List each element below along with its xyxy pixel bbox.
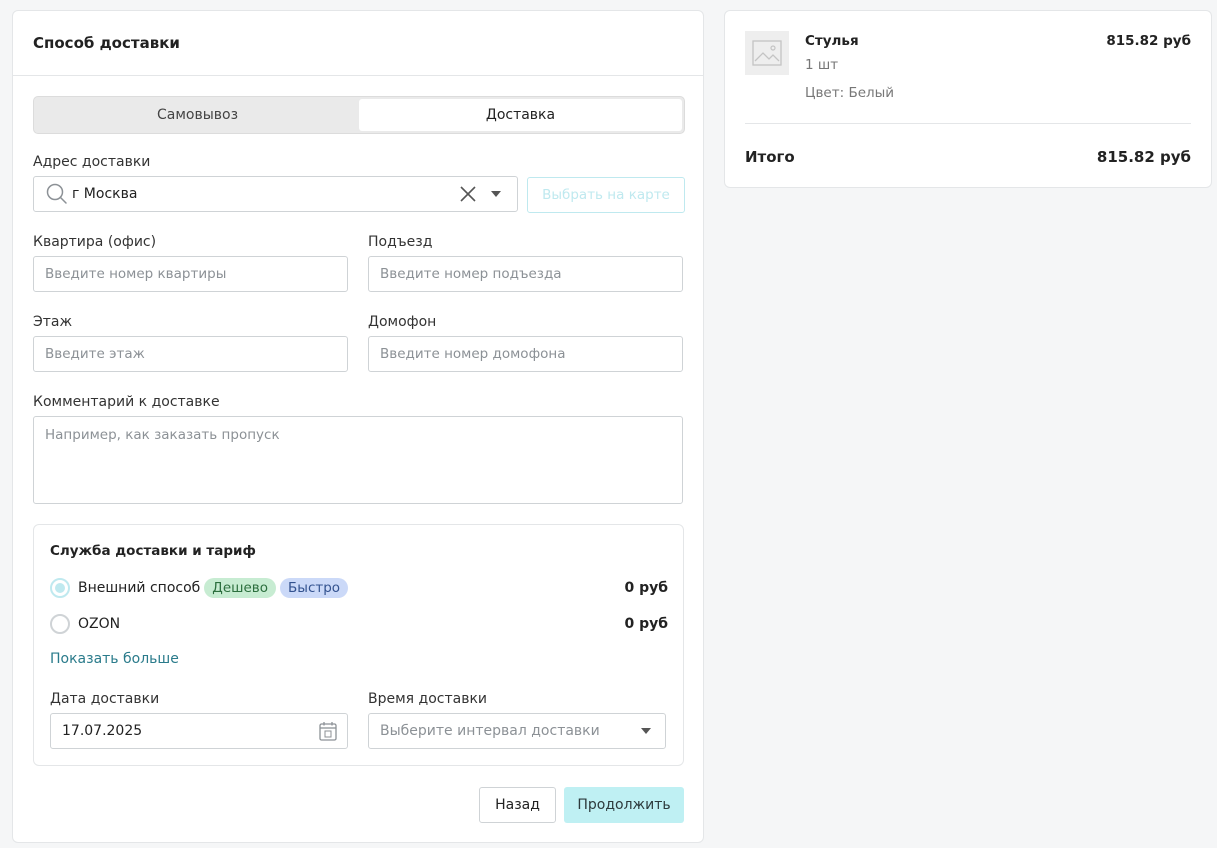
product-price: 815.82 руб [1106, 33, 1191, 49]
address-combobox[interactable] [33, 176, 518, 212]
chevron-down-icon [641, 728, 651, 734]
time-label: Время доставки [368, 691, 488, 707]
product-color: Цвет: Белый [805, 85, 895, 101]
search-icon [46, 183, 68, 205]
address-label: Адрес доставки [33, 154, 151, 170]
select-on-map-button[interactable]: Выбрать на карте [527, 177, 685, 213]
option-price: 0 руб [624, 580, 668, 596]
card-header: Способ доставки [13, 11, 703, 76]
comment-label: Комментарий к доставке [33, 394, 220, 410]
time-interval-select[interactable]: Выберите интервал доставки [368, 713, 666, 749]
option-price: 0 руб [624, 616, 668, 632]
option-label: Внешний способ [78, 580, 201, 596]
delivery-service-section: Служба доставки и тариф Внешний способ Д… [33, 524, 684, 766]
page-title: Способ доставки [33, 34, 180, 52]
show-more-link[interactable]: Показать больше [50, 651, 179, 667]
intercom-input[interactable] [368, 336, 683, 372]
apartment-label: Квартира (офис) [33, 234, 157, 250]
time-placeholder: Выберите интервал доставки [380, 723, 600, 739]
service-option-ozon[interactable]: OZON 0 руб [50, 613, 668, 635]
product-thumbnail [745, 31, 789, 75]
address-input[interactable] [68, 186, 459, 202]
apartment-input[interactable] [33, 256, 348, 292]
badge-fast: Быстро [280, 578, 349, 598]
badge-cheap: Дешево [204, 578, 277, 598]
radio-selected[interactable] [50, 578, 70, 598]
product-quantity: 1 шт [805, 57, 839, 73]
comment-textarea[interactable] [33, 416, 683, 504]
option-label: OZON [78, 616, 121, 632]
service-option-external[interactable]: Внешний способ Дешево Быстро 0 руб [50, 577, 668, 599]
order-summary-card: Стулья 1 шт Цвет: Белый 815.82 руб Итого… [724, 10, 1212, 188]
radio-unselected[interactable] [50, 614, 70, 634]
tab-pickup[interactable]: Самовывоз [36, 99, 359, 131]
intercom-label: Домофон [368, 314, 437, 330]
section-title: Служба доставки и тариф [50, 543, 256, 559]
date-value: 17.07.2025 [62, 723, 143, 739]
date-picker[interactable]: 17.07.2025 [50, 713, 348, 749]
entrance-label: Подъезд [368, 234, 433, 250]
product-name: Стулья [805, 33, 859, 49]
calendar-icon[interactable] [319, 721, 337, 741]
back-button[interactable]: Назад [479, 787, 556, 823]
total-value: 815.82 руб [1096, 148, 1191, 166]
total-label: Итого [745, 148, 795, 166]
date-label: Дата доставки [50, 691, 160, 707]
clear-icon[interactable] [459, 185, 477, 203]
floor-input[interactable] [33, 336, 348, 372]
entrance-input[interactable] [368, 256, 683, 292]
divider [745, 123, 1191, 124]
floor-label: Этаж [33, 314, 73, 330]
delivery-type-switch: Самовывоз Доставка [33, 96, 685, 134]
delivery-method-card: Способ доставки Самовывоз Доставка Адрес… [12, 10, 704, 843]
image-placeholder-icon [752, 40, 782, 66]
chevron-down-icon[interactable] [491, 191, 501, 197]
tab-delivery[interactable]: Доставка [359, 99, 682, 131]
continue-button[interactable]: Продолжить [564, 787, 684, 823]
